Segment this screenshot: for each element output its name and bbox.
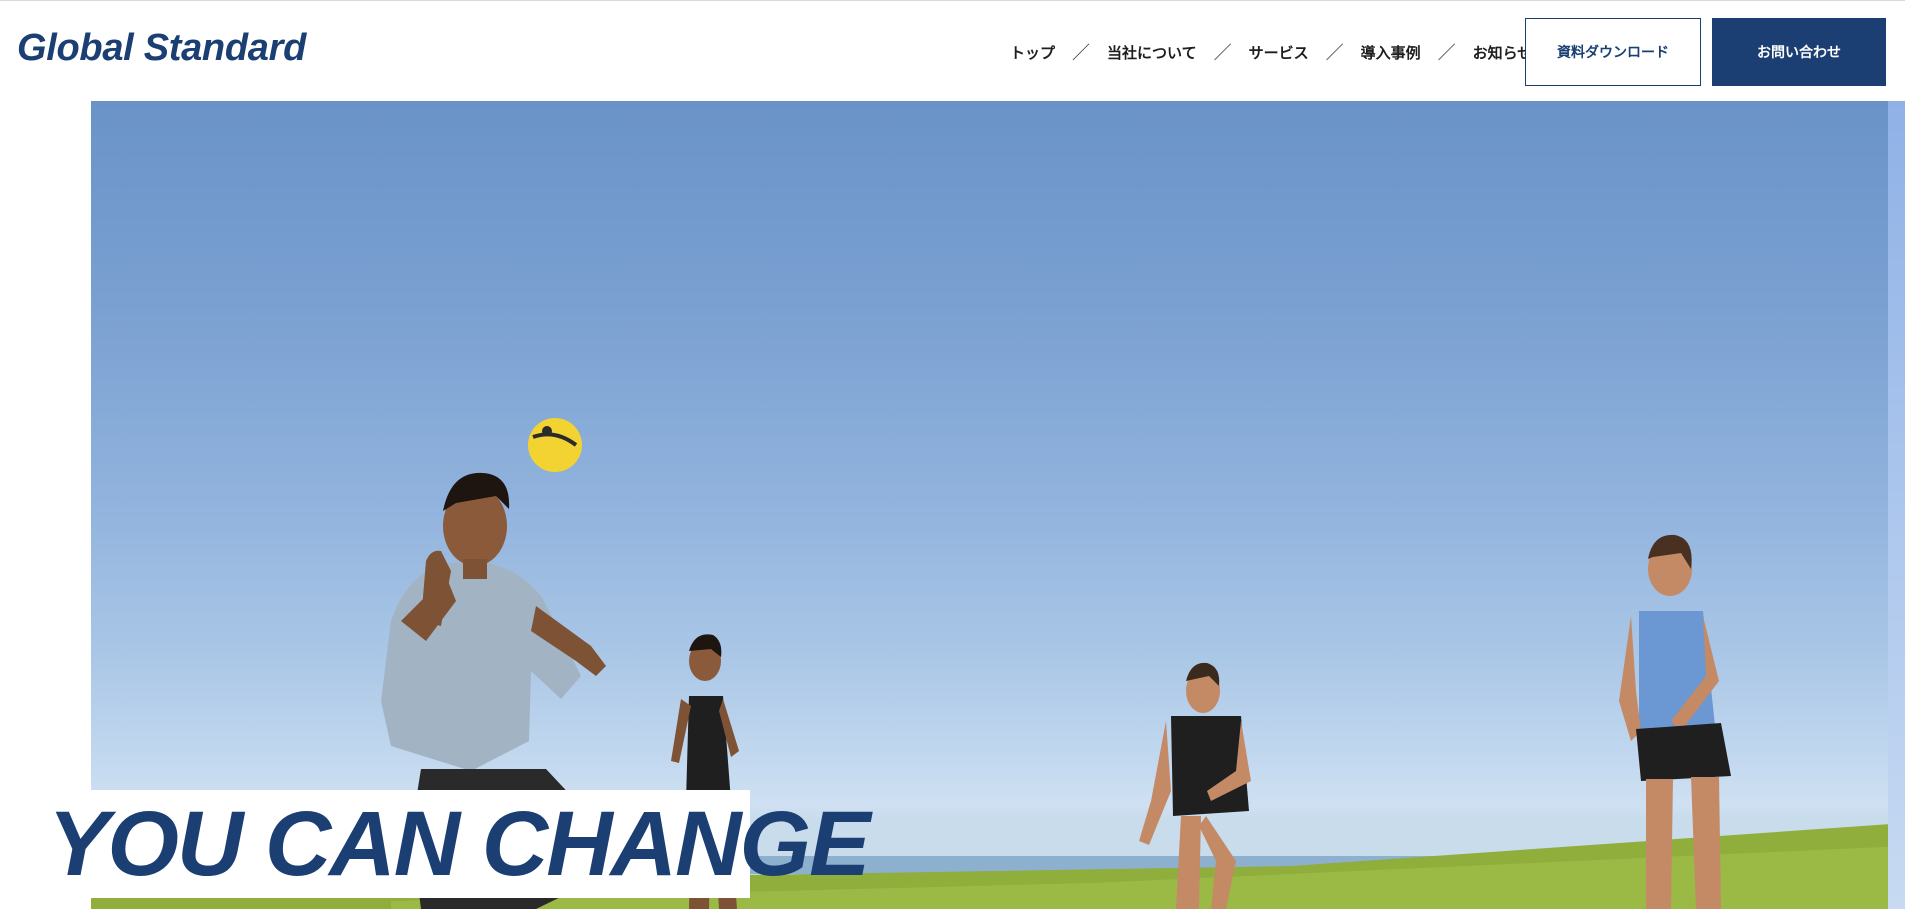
nav-separator: ／ xyxy=(1213,43,1232,63)
site-logo[interactable]: Global Standard xyxy=(17,27,306,70)
nav-item-about[interactable]: 当社について xyxy=(1107,42,1197,63)
main-nav: トップ ／ 当社について ／ サービス ／ 導入事例 ／ お知らせ xyxy=(1010,41,1532,63)
download-materials-button[interactable]: 資料ダウンロード xyxy=(1525,18,1701,86)
nav-item-news[interactable]: お知らせ xyxy=(1473,42,1533,63)
hero-edge-strip xyxy=(1888,101,1905,909)
nav-separator: ／ xyxy=(1072,43,1091,63)
site-header: Global Standard トップ ／ 当社について ／ サービス ／ 導入… xyxy=(0,0,1905,101)
hero-photo-illustration xyxy=(91,418,1905,909)
nav-item-services[interactable]: サービス xyxy=(1249,42,1309,63)
nav-separator: ／ xyxy=(1437,43,1456,63)
nav-item-case-studies[interactable]: 導入事例 xyxy=(1361,42,1421,63)
nav-separator: ／ xyxy=(1325,43,1344,63)
hero-image xyxy=(91,101,1905,909)
page: Global Standard トップ ／ 当社について ／ サービス ／ 導入… xyxy=(0,0,1905,909)
contact-button[interactable]: お問い合わせ xyxy=(1712,18,1886,86)
hero-tagline: YOU CAN CHANGE xyxy=(48,793,870,895)
nav-item-top[interactable]: トップ xyxy=(1010,42,1055,63)
